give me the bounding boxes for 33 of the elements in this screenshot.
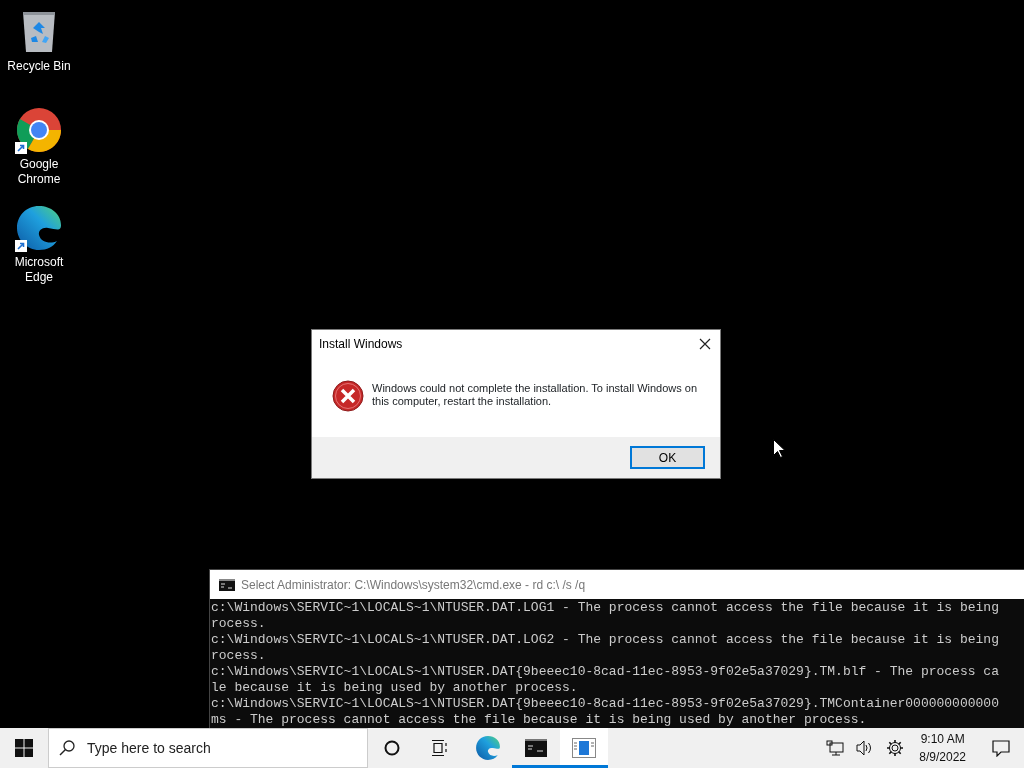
search-field[interactable]: Type here to search: [85, 736, 367, 760]
time-text: 9:10 AM: [920, 731, 965, 748]
console-line: rocess.: [211, 616, 266, 632]
console-line: c:\Windows\SERVIC~1\LOCALS~1\NTUSER.DAT{9beeec10-8cad-11ec-8953-9f02e5a37029}.TMContainer000000000000: [211, 696, 999, 712]
desktop-icon-label[interactable]: Microsoft Edge: [4, 255, 74, 285]
console-icon: [219, 578, 235, 591]
desktop-icon-label[interactable]: Recycle Bin: [7, 59, 71, 74]
search-box[interactable]: Type here to search: [48, 728, 368, 768]
chrome-icon[interactable]: [15, 106, 63, 154]
setup-taskbar-button[interactable]: [560, 728, 608, 768]
console-line: c:\Windows\SERVIC~1\LOCALS~1\NTUSER.DAT.LOG2 - The process cannot access the file because it is being: [211, 632, 999, 648]
console-line: rocess.: [211, 648, 266, 664]
console-line: c:\Windows\SERVIC~1\LOCALS~1\NTUSER.DAT.LOG1 - The process cannot access the file because it is being: [211, 600, 999, 616]
desktop-icon-label[interactable]: Google Chrome: [4, 157, 74, 187]
search-icon: [59, 740, 75, 756]
error-message: Windows could not complete the installation. To install Windows on this computer, restart the installation.: [372, 381, 699, 408]
ok-button[interactable]: OK: [630, 446, 705, 469]
task-view-icon[interactable]: [431, 740, 449, 756]
setup-window-icon: [572, 738, 596, 758]
edge-icon[interactable]: [15, 204, 63, 252]
error-icon: [332, 380, 364, 412]
console-line: ms - The process cannot access the file because it is being used by another process.: [211, 712, 867, 728]
mouse-cursor: [773, 439, 785, 458]
circle-icon[interactable]: [384, 740, 400, 756]
console-line: le because it is being used by another process.: [211, 680, 578, 696]
date-text: 8/9/2022: [919, 749, 966, 766]
console-line: c:\Windows\SERVIC~1\LOCALS~1\NTUSER.DAT{9beeec10-8cad-11ec-8953-9f02e5a37029}.TM.blf - The process ca: [211, 664, 999, 680]
window-title: Select Administrator: C:\Windows\system32\cmd.exe - rd c:\ /s /q: [241, 576, 586, 594]
start-icon[interactable]: [15, 739, 33, 757]
clock[interactable]: 9:10 AM 8/9/2022: [913, 730, 972, 766]
edge-icon: [475, 735, 501, 761]
window-title: Install Windows: [319, 336, 403, 353]
console-icon: [525, 739, 547, 757]
